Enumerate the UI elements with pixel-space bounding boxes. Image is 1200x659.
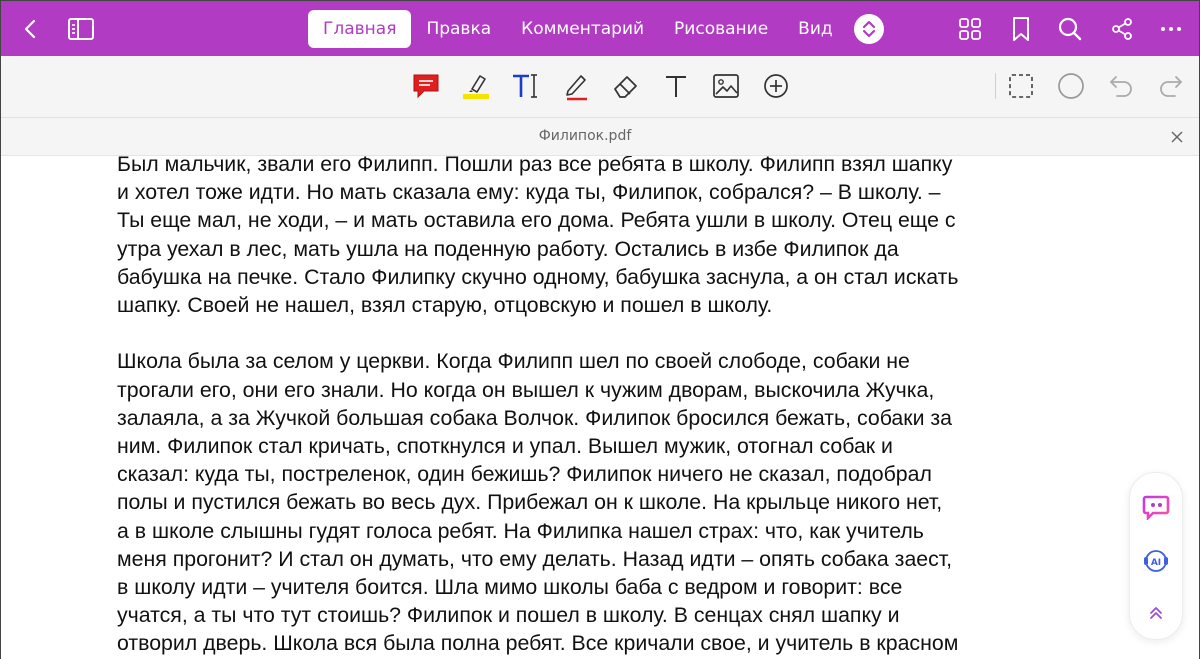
assistant-icon[interactable]: [1140, 491, 1172, 523]
main-tabs: Главная Правка Комментарий Рисование Вид: [308, 10, 848, 48]
annotation-toolbar: [1, 56, 1199, 118]
tab-comment[interactable]: Комментарий: [506, 10, 659, 48]
tab-home[interactable]: Главная: [308, 10, 412, 48]
text-line: учатся, а ты что тут стоишь? Филипок и п…: [117, 603, 900, 628]
text-line: полы и пустился бежать во весь дух. Приб…: [117, 490, 943, 515]
text-line: утра уехал в лес, мать ушла на поденную …: [117, 236, 899, 261]
text-line: Школа была за селом у церкви. Когда Фили…: [117, 349, 910, 374]
svg-text:AI: AI: [1151, 558, 1161, 568]
file-name[interactable]: Филипок.pdf: [1, 118, 1169, 155]
tab-draw[interactable]: Рисование: [659, 10, 783, 48]
eraser-icon[interactable]: [610, 70, 642, 102]
panel-icon[interactable]: [63, 11, 99, 47]
text-line: а в школе слышны гудят голоса ребят. На …: [117, 518, 924, 543]
text-line: меня прогонит? И стал он думать, что ему…: [117, 546, 953, 571]
file-tab-bar: Филипок.pdf: [1, 118, 1199, 156]
document-text: Был мальчик, звали его Филипп. Пошли раз…: [117, 156, 1097, 658]
text-icon[interactable]: [660, 70, 692, 102]
text-line: сказал: куда ты, постреленок, один бежиш…: [117, 462, 932, 487]
text-line: Был мальчик, звали его Филипп. Пошли раз…: [117, 156, 953, 176]
text-line: отворил дверь. Школа вся была полна ребя…: [117, 631, 959, 656]
more-icon[interactable]: [1153, 11, 1189, 47]
paragraph-2: Школа была за селом у церкви. Когда Фили…: [117, 347, 1097, 657]
undo-icon[interactable]: [1105, 70, 1137, 102]
close-icon[interactable]: [1167, 127, 1187, 147]
text-line: трогали его, они его знали. Но когда он …: [117, 377, 935, 402]
add-icon[interactable]: [760, 70, 792, 102]
text-line: Ты еще мал, не ходи, – и мать оставила е…: [117, 208, 956, 233]
search-icon[interactable]: [1052, 11, 1088, 47]
text-line: в школу идти – учителя боится. Шла мимо …: [117, 575, 903, 600]
note-icon[interactable]: [410, 70, 442, 102]
collapse-up-icon[interactable]: [1140, 597, 1172, 629]
toolbar-divider: [995, 73, 996, 99]
lasso-select-icon[interactable]: [1005, 70, 1037, 102]
tab-edit[interactable]: Правка: [411, 10, 506, 48]
text-line: залаяла, а за Жучкой большая собака Волч…: [117, 405, 952, 430]
grid-icon[interactable]: [952, 11, 988, 47]
text-box-icon[interactable]: [510, 70, 542, 102]
image-icon[interactable]: [710, 70, 742, 102]
shape-icon[interactable]: [1055, 70, 1087, 102]
paragraph-1: Был мальчик, звали его Филипп. Пошли раз…: [117, 156, 1097, 319]
pen-icon[interactable]: [560, 70, 592, 102]
text-line: шапку. Своей не нашел, взял старую, отцо…: [117, 293, 773, 318]
expand-icon[interactable]: [854, 14, 884, 44]
redo-icon[interactable]: [1155, 70, 1187, 102]
back-icon[interactable]: [13, 11, 49, 47]
text-line: и хотел тоже идти. Но мать сказала ему: …: [117, 180, 941, 205]
ai-voice-icon[interactable]: AI: [1140, 545, 1172, 577]
top-bar: Главная Правка Комментарий Рисование Вид: [1, 1, 1199, 56]
share-icon[interactable]: [1104, 11, 1140, 47]
document-view[interactable]: Был мальчик, звали его Филипп. Пошли раз…: [1, 156, 1199, 659]
bookmark-icon[interactable]: [1003, 11, 1039, 47]
highlighter-icon[interactable]: [460, 70, 492, 102]
text-line: бабушка на печке. Стало Филипку скучно о…: [117, 264, 959, 289]
floating-side-panel: AI: [1129, 472, 1183, 640]
tab-view[interactable]: Вид: [783, 10, 847, 48]
text-line: ним. Филипок стал кричать, споткнулся и …: [117, 434, 893, 459]
